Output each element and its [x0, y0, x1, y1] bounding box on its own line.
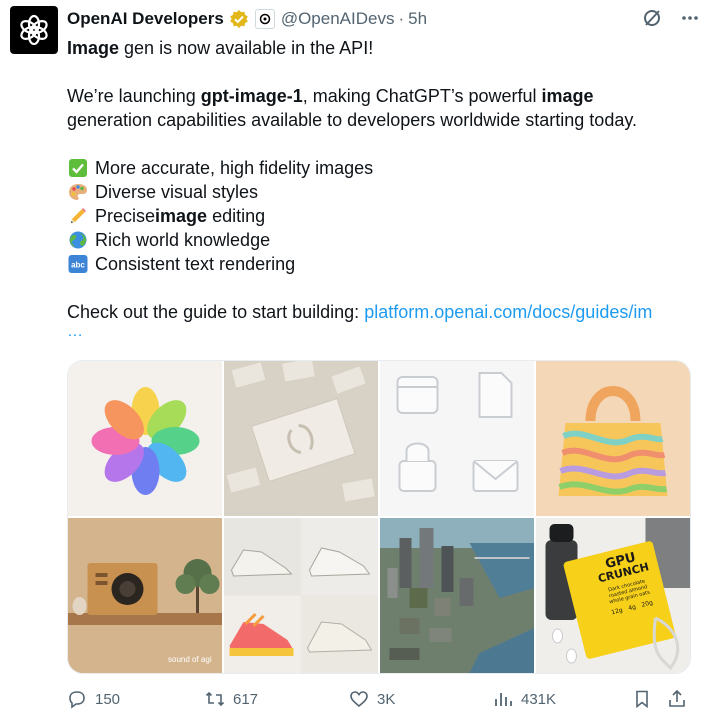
image-city-aerial[interactable]	[380, 518, 534, 673]
speaker-caption: sound of agi	[168, 655, 212, 664]
openai-logo-icon	[20, 14, 48, 46]
like-count: 3K	[377, 690, 396, 708]
repost-icon	[205, 691, 225, 707]
feature-item: Rich world knowledge	[67, 228, 707, 252]
image-wooden-speaker[interactable]: sound of agi	[68, 518, 222, 673]
image-striped-bag[interactable]	[536, 361, 690, 516]
globe-icon	[67, 229, 89, 251]
pencil-icon	[67, 205, 89, 227]
views-button[interactable]: 431K	[493, 686, 556, 712]
image-sneakers[interactable]	[224, 518, 378, 673]
feature-item: More accurate, high fidelity images	[67, 156, 707, 180]
svg-text:abc: abc	[71, 261, 85, 270]
image-gpu-crunch-bar[interactable]: GPU CRUNCH Dark chocolate roasted almond…	[536, 518, 690, 673]
post-time[interactable]: 5h	[408, 9, 427, 29]
bookmark-icon	[636, 690, 648, 709]
image-flower-petals[interactable]	[68, 361, 222, 516]
verified-badge-icon	[230, 10, 248, 28]
separator-dot: ·	[398, 9, 405, 28]
reply-button[interactable]: 150	[67, 686, 120, 712]
action-bar: 150 617 3K 431K	[67, 686, 687, 712]
media-grid[interactable]: sound of agi GPU CRUNCH Dark chocolate r…	[67, 360, 691, 674]
abc-icon: abc	[67, 253, 89, 275]
image-embossed-cards[interactable]	[224, 361, 378, 516]
views-chart-icon	[495, 693, 512, 706]
post-cta: Check out the guide to start building: p…	[67, 302, 653, 322]
artist-palette-icon	[67, 181, 89, 203]
like-button[interactable]: 3K	[349, 686, 395, 712]
avatar[interactable]	[10, 6, 58, 54]
image-glass-icons[interactable]	[380, 361, 534, 516]
reply-count: 150	[95, 690, 121, 708]
feature-item: abc Consistent text rendering	[67, 252, 707, 276]
check-mark-icon	[67, 157, 89, 179]
reply-icon	[69, 691, 85, 709]
affiliate-badge-icon[interactable]	[254, 9, 275, 29]
post-text: Image gen is now available in the API! W…	[67, 36, 707, 340]
post-header: OpenAI Developers @OpenAIDevs · 5h	[67, 8, 700, 30]
feature-item: Precise image editing	[67, 204, 707, 228]
post-headline: Image gen is now available in the API!	[67, 38, 374, 58]
share-button[interactable]	[667, 686, 687, 712]
share-icon	[669, 689, 685, 707]
heart-icon	[350, 691, 368, 708]
link-ellipsis[interactable]: …	[67, 324, 707, 340]
view-count: 431K	[521, 690, 557, 708]
repost-count: 617	[233, 690, 259, 708]
author-handle[interactable]: @OpenAIDevs	[281, 9, 395, 29]
post-intro: We’re launching gpt-image-1, making Chat…	[67, 86, 638, 130]
bookmark-button[interactable]	[632, 686, 652, 712]
guide-link[interactable]: platform.openai.com/docs/guides/im	[364, 302, 652, 322]
repost-button[interactable]: 617	[205, 686, 258, 712]
feature-item: Diverse visual styles	[67, 180, 707, 204]
grok-icon[interactable]	[642, 8, 662, 28]
more-options-icon[interactable]	[680, 8, 700, 28]
author-name[interactable]: OpenAI Developers	[67, 9, 224, 29]
